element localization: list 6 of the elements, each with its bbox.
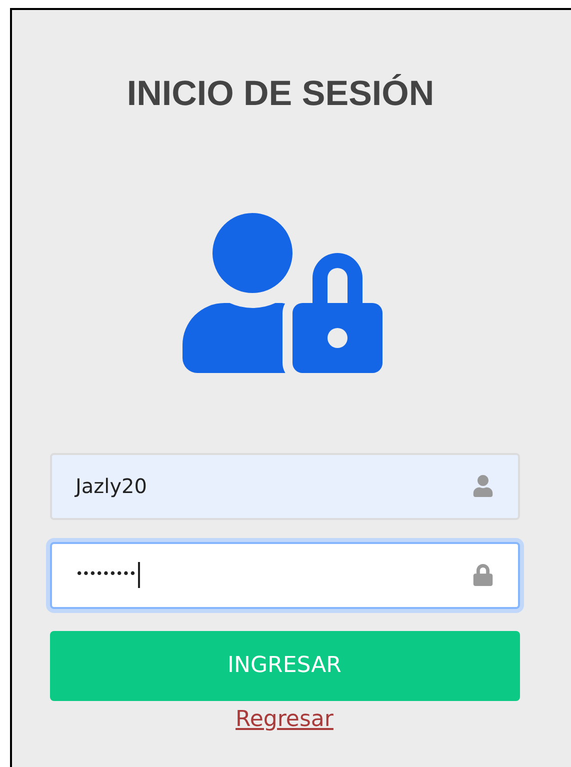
lock-icon (472, 564, 494, 586)
login-title: INICIO DE SESIÓN (126, 73, 434, 115)
username-field[interactable]: Jazly20 (50, 452, 520, 520)
back-link[interactable]: Regresar (236, 702, 334, 736)
user-icon (472, 475, 494, 497)
user-lock-icon (180, 212, 385, 372)
